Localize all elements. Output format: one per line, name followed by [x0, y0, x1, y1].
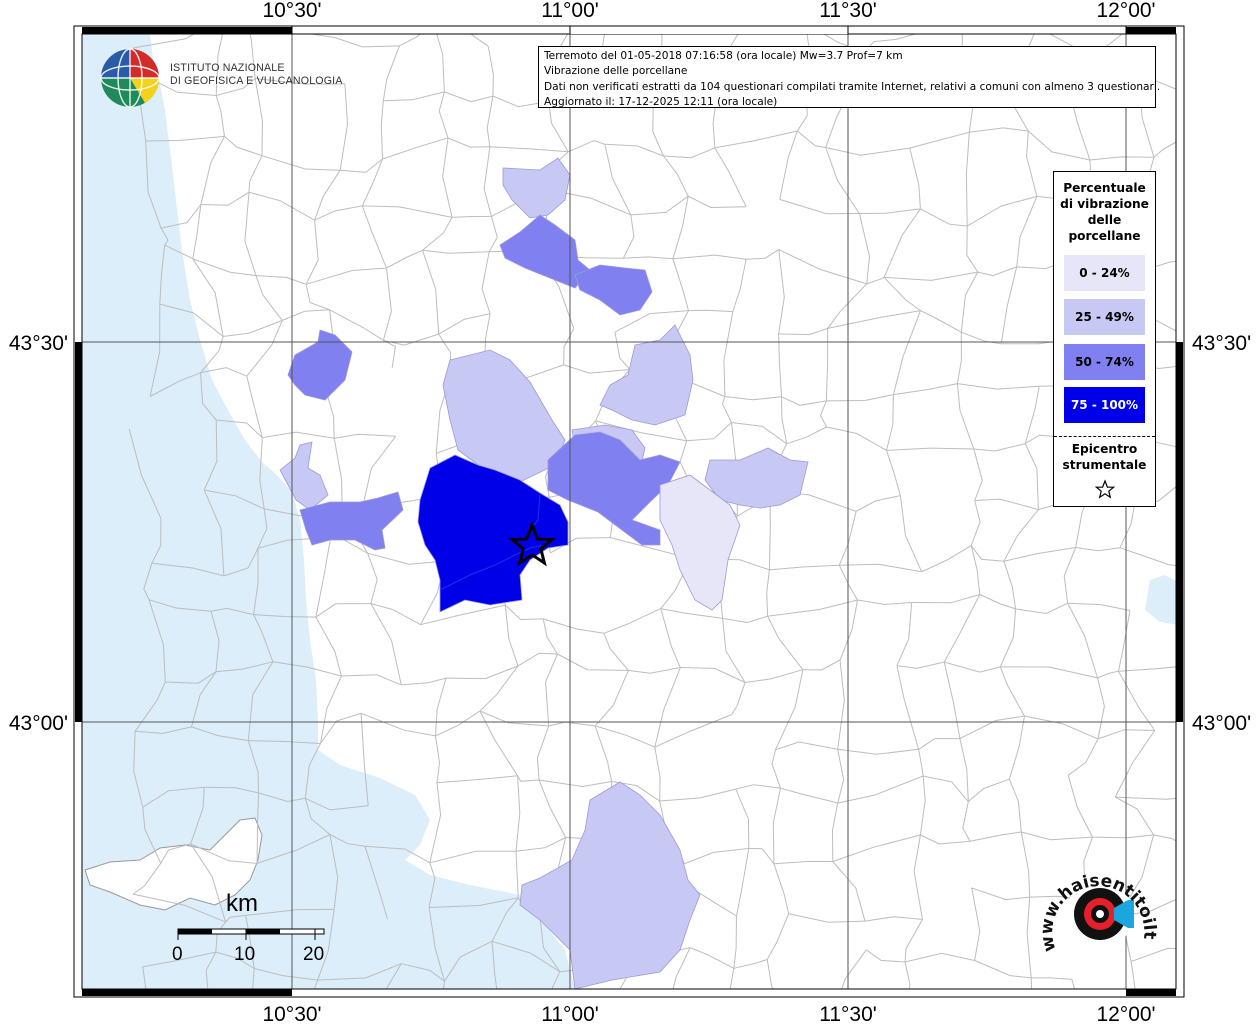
municipal-border	[430, 1005, 499, 1024]
municipal-border	[1215, 571, 1223, 617]
municipal-border	[745, 17, 805, 23]
lon-label: 11°30'	[819, 1003, 877, 1024]
municipal-border	[139, 1004, 209, 1012]
legend-epicenter-line: strumentale	[1062, 458, 1147, 472]
lat-label: 43°30'	[9, 332, 68, 355]
municipal-border	[1204, 50, 1212, 95]
municipal-border	[1183, 617, 1215, 666]
municipal-border	[1180, 483, 1214, 571]
legend-epicenter-line: Epicentro	[1071, 442, 1138, 456]
municipal-border	[611, 1001, 671, 1020]
municipal-border	[1194, 258, 1207, 340]
municipal-border	[1187, 96, 1204, 136]
star-icon	[1094, 479, 1116, 499]
legend-title-line: Percentuale	[1063, 181, 1146, 195]
municipal-border	[499, 999, 545, 1005]
legend-title: Percentuale di vibrazione delle porcella…	[1054, 180, 1155, 244]
legend-swatch-75-100: 75 - 100%	[1064, 387, 1145, 423]
legend-epicenter-label: Epicentro strumentale	[1054, 441, 1155, 473]
municipal-border	[209, 1004, 260, 1024]
lon-label: 10°30'	[262, 1003, 321, 1024]
scale-bar: km 0 10 20	[170, 888, 340, 968]
municipal-border	[725, 1002, 782, 1024]
lat-label: 43°00'	[1192, 712, 1251, 735]
info-line-event: Terremoto del 01-05-2018 07:16:58 (ora l…	[544, 50, 903, 62]
legend-swatch-0-24: 0 - 24%	[1064, 255, 1145, 291]
lon-label: 11°00'	[541, 1003, 599, 1024]
municipal-border	[905, 1003, 961, 1014]
haisentito-logo-graphic: www.haisentitoilterremoto.it	[1027, 843, 1159, 954]
info-line-updated: Aggiornato il: 17-12-2025 12:11 (ora loc…	[544, 96, 778, 109]
info-line-source: Dati non verificati estratti da 104 ques…	[544, 80, 1161, 93]
earthquake-info-box: Terremoto del 01-05-2018 07:16:58 (ora l…	[538, 46, 1161, 109]
legend-swatch-50-74: 50 - 74%	[1064, 344, 1145, 380]
lat-label: 43°30'	[1192, 332, 1251, 355]
scale-label: 10	[234, 944, 256, 965]
legend-title-line: di vibrazione	[1060, 197, 1149, 211]
lon-label: 10°30'	[262, 0, 321, 22]
lon-label: 11°30'	[819, 0, 877, 22]
ingv-globe-icon	[100, 48, 160, 108]
lat-label: 43°00'	[9, 712, 68, 735]
municipal-border	[1187, 136, 1192, 218]
legend: Percentuale di vibrazione delle porcella…	[1053, 171, 1156, 507]
legend-title-line: porcellane	[1068, 229, 1141, 243]
scale-label: 0	[172, 944, 183, 965]
lon-label: 12°00'	[1096, 1003, 1155, 1024]
lon-label: 11°00'	[541, 0, 599, 22]
municipal-border	[670, 1001, 725, 1024]
lon-label: 12°00'	[1096, 0, 1155, 22]
haisentito-logo: www.haisentitoilterremoto.it	[1027, 843, 1166, 978]
legend-title-line: delle	[1087, 213, 1122, 227]
municipal-border	[1183, 364, 1200, 448]
municipal-border	[1198, 796, 1213, 854]
info-line-topic: Vibrazione delle porcellane	[544, 65, 688, 78]
municipal-border	[961, 1005, 1039, 1008]
municipal-border	[1183, 666, 1200, 716]
municipal-border	[1178, 949, 1198, 1024]
lon-labels-bottom: 10°30' 11°00' 11°30' 12°00'	[262, 1003, 1155, 1024]
scale-unit: km	[226, 890, 258, 917]
legend-divider	[1054, 436, 1155, 437]
lon-labels-top: 10°30' 11°00' 11°30' 12°00'	[262, 0, 1155, 22]
municipal-border	[1039, 1005, 1081, 1023]
ingv-name-line2: DI GEOFISICA E VULCANOLOGIA	[170, 75, 343, 87]
scale-label: 20	[303, 944, 325, 965]
ingv-name-line1: ISTITUTO NAZIONALE	[170, 62, 285, 74]
municipal-border	[607, 14, 662, 20]
legend-swatch-25-49: 25 - 49%	[1064, 299, 1145, 335]
ingv-logo: ISTITUTO NAZIONALE DI GEOFISICA E VULCAN…	[100, 47, 342, 111]
municipal-border	[1185, 894, 1197, 949]
scale-bar-graphic	[177, 928, 325, 940]
municipal-border	[227, 9, 246, 15]
